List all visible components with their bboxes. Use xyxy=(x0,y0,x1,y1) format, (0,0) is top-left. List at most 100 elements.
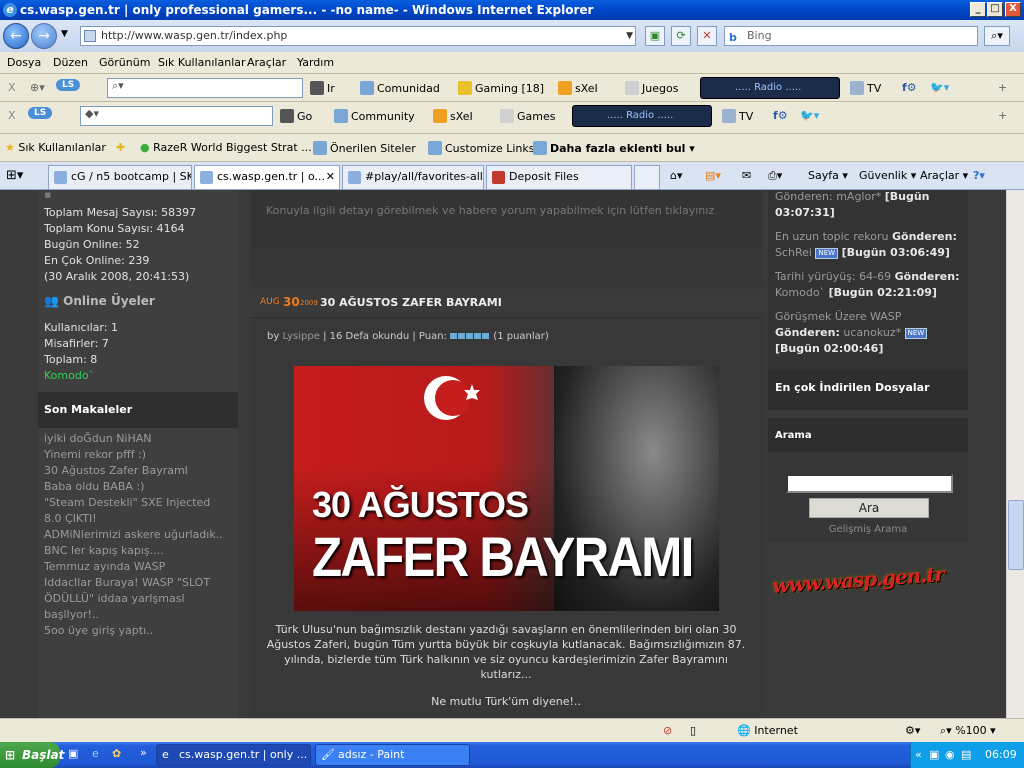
help-icon[interactable]: ?▾ xyxy=(973,169,985,182)
maximize-button[interactable]: □ xyxy=(987,2,1003,17)
quicklaunch-ie-icon[interactable]: e xyxy=(92,747,99,760)
menu-favorites[interactable]: Sık Kullanılanlar xyxy=(158,56,246,69)
scrollbar-thumb[interactable] xyxy=(1008,500,1024,570)
vertical-scrollbar[interactable] xyxy=(1006,190,1024,718)
quicklaunch-more-icon[interactable]: » xyxy=(140,746,147,759)
favorites-button[interactable]: ★ Sık Kullanılanlar xyxy=(5,141,106,154)
article-link[interactable]: "Steam Destekli" SXE Injected xyxy=(44,496,210,509)
protected-mode-toggle[interactable]: ⚙▾ xyxy=(905,724,920,737)
article-link[interactable]: IddacIlar Buraya! WASP "SLOT xyxy=(44,576,210,589)
quicklaunch-msn-icon[interactable]: ✿ xyxy=(112,747,121,760)
tools-menu[interactable]: Araçlar ▾ xyxy=(920,169,968,182)
toolbar-search-input[interactable]: ⌕▾ xyxy=(107,78,303,98)
menu-gorunum[interactable]: Görünüm xyxy=(99,56,150,69)
print-icon[interactable]: ⎙▾ xyxy=(768,169,782,183)
online-user-link[interactable]: Komodo` xyxy=(44,369,94,382)
mail-icon[interactable]: ✉ xyxy=(742,169,751,182)
refresh-icon[interactable]: ⟳ xyxy=(671,26,691,46)
search-submit-button[interactable]: Ara xyxy=(809,498,929,518)
back-button[interactable]: ← xyxy=(3,23,29,49)
tray-volume-icon[interactable]: ◉ xyxy=(945,742,955,768)
sender-user[interactable]: SchRei xyxy=(775,246,812,259)
article-link[interactable]: başlIyor!.. xyxy=(44,608,99,621)
games-button[interactable]: Games xyxy=(500,109,555,123)
article-link[interactable]: BNC ler kapış kapış.... xyxy=(44,544,164,557)
toolbar-add-icon[interactable]: ⊕▾ xyxy=(30,81,45,94)
article-link[interactable]: 8.0 ÇIKTI! xyxy=(44,512,97,525)
page-menu[interactable]: Sayfa ▾ xyxy=(808,169,848,182)
site-logo[interactable]: www.wasp.gen.tr xyxy=(771,562,944,598)
stop-icon[interactable]: ✕ xyxy=(697,26,717,46)
tab-deposit[interactable]: Deposit Files xyxy=(486,165,632,189)
menu-araclar[interactable]: Araçlar xyxy=(247,56,286,69)
community-button[interactable]: Community xyxy=(334,109,415,123)
taskbar-ie-window[interactable]: e cs.wasp.gen.tr | only ... xyxy=(156,744,311,766)
radio2-player[interactable]: ..... Radio ..... xyxy=(572,105,712,127)
compat-view-icon[interactable]: ▣ xyxy=(645,26,665,46)
zoom-control[interactable]: ⌕▾ %100 ▾ xyxy=(940,724,996,738)
topic-link[interactable]: Tarihi yürüyüş: 64-69 xyxy=(775,270,891,283)
article-link[interactable]: 5oo üye giriş yaptı.. xyxy=(44,624,153,637)
tv2-button[interactable]: TV xyxy=(722,109,753,123)
article-link[interactable]: ÖDÜLLÜ" iddaa yarIşmasI xyxy=(44,592,185,605)
toolbar2-go-button[interactable]: Go xyxy=(280,109,312,123)
article-link[interactable]: Yinemi rekor pfff :) xyxy=(44,448,146,461)
detail-link[interactable]: Konuyla ilgili detayı görebilmek ve habe… xyxy=(266,204,714,217)
toolbar-add-button[interactable]: + xyxy=(998,81,1007,94)
tray-expand-icon[interactable]: « xyxy=(915,742,922,768)
sender-user[interactable]: ucanokuz* xyxy=(843,326,901,339)
advanced-search-link[interactable]: Gelişmiş Arama xyxy=(768,524,968,535)
safety-menu[interactable]: Güvenlik ▾ xyxy=(859,169,916,182)
quicklaunch-desktop-icon[interactable]: ▣ xyxy=(68,747,78,760)
search-go-icon[interactable]: ⌕▾ xyxy=(984,26,1010,46)
twitter2-icon[interactable]: 🐦▾ xyxy=(800,109,819,122)
quick-tabs-icon[interactable]: ⊞▾ xyxy=(6,168,23,183)
fav-item-addons[interactable]: Daha fazla eklenti bul ▾ xyxy=(533,141,695,155)
toolbar-logo-icon[interactable]: LS xyxy=(56,79,81,91)
facebook2-icon[interactable]: f⚙ xyxy=(773,109,788,122)
tray-network-icon[interactable]: ▣ xyxy=(929,742,939,768)
toolbar-go-button[interactable]: Ir xyxy=(310,81,335,95)
fav-item-razer[interactable]: ● RazeR World Biggest Strat ... xyxy=(140,141,312,154)
sender-user[interactable]: Komodo` xyxy=(775,286,825,299)
juegos-button[interactable]: Juegos xyxy=(625,81,678,95)
toolbar2-add-button[interactable]: + xyxy=(998,109,1007,122)
article-link[interactable]: Baba oldu BABA :) xyxy=(44,480,144,493)
home-icon[interactable]: ⌂▾ xyxy=(670,169,683,182)
taskbar-paint-window[interactable]: 🖌 adsız - Paint xyxy=(315,744,470,766)
toolbar2-logo-icon[interactable]: LS xyxy=(28,107,53,119)
topic-link[interactable]: En uzun topic rekoru xyxy=(775,230,888,243)
article-link[interactable]: iyiki doĞdun NiHAN xyxy=(44,432,152,445)
fav-item-customize[interactable]: Customize Links xyxy=(428,141,535,155)
tray-clock[interactable]: 06:09 xyxy=(985,742,1017,768)
radio-player[interactable]: ..... Radio ..... xyxy=(700,77,840,99)
history-dropdown-icon[interactable]: ▼ xyxy=(61,29,68,39)
tv-button[interactable]: TV xyxy=(850,81,881,95)
gaming-button[interactable]: Gaming [18] xyxy=(458,81,544,95)
post-title[interactable]: 30 AĞUSTOS ZAFER BAYRAMI xyxy=(320,296,502,309)
toolbar-close-button[interactable]: X xyxy=(8,81,16,94)
article-link[interactable]: ADMiNlerimizi askere uğurladık.. xyxy=(44,528,223,541)
facebook-icon[interactable]: f⚙ xyxy=(902,81,917,94)
tab-bootcamp[interactable]: cG / n5 bootcamp | SK... xyxy=(48,165,192,189)
tab-close-icon[interactable]: ✕ xyxy=(326,166,335,188)
rss-icon[interactable]: ▤▾ xyxy=(705,169,721,182)
menu-duzen[interactable]: Düzen xyxy=(53,56,88,69)
menu-dosya[interactable]: Dosya xyxy=(7,56,41,69)
url-input[interactable]: http://www.wasp.gen.tr/index.php ▼ xyxy=(80,26,636,46)
add-favorite-icon[interactable]: ✚ xyxy=(116,141,125,154)
topic-link[interactable]: Görüşmek Üzere WASP xyxy=(775,310,901,323)
toolbar2-close-button[interactable]: X xyxy=(8,109,16,122)
menu-yardim[interactable]: Yardım xyxy=(297,56,334,69)
sxei2-button[interactable]: sXeI xyxy=(433,109,473,123)
close-button[interactable]: X xyxy=(1005,2,1021,17)
new-tab-button[interactable] xyxy=(634,165,660,189)
forward-button[interactable]: → xyxy=(31,23,57,49)
url-dropdown-icon[interactable]: ▼ xyxy=(626,27,633,45)
sxei-button[interactable]: sXeI xyxy=(558,81,598,95)
tab-wasp[interactable]: cs.wasp.gen.tr | o... ✕ xyxy=(194,165,340,189)
sender-user[interactable]: mAglor* xyxy=(836,190,881,203)
search-input[interactable]: b Bing xyxy=(724,26,978,46)
start-button[interactable]: ⊞ Başlat xyxy=(0,742,64,768)
tray-app-icon[interactable]: ▤ xyxy=(961,742,971,768)
